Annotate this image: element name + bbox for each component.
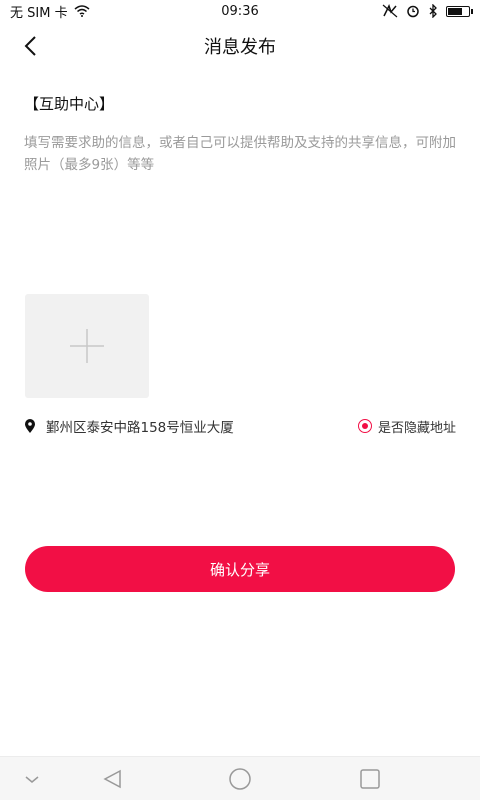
header: 消息发布 <box>0 22 480 70</box>
location-pin-icon <box>25 418 35 433</box>
back-triangle-icon <box>103 769 121 789</box>
radio-selected-icon <box>357 419 372 433</box>
alarm-icon <box>407 5 419 18</box>
back-button[interactable] <box>14 30 46 62</box>
add-photo-button[interactable] <box>25 294 149 398</box>
status-bar: 无 SIM 卡 09:36 <box>0 0 480 22</box>
collapse-button[interactable] <box>20 767 44 791</box>
system-home-button[interactable] <box>228 767 252 791</box>
status-right <box>382 4 473 18</box>
system-nav-bar <box>0 756 480 800</box>
page-title: 消息发布 <box>204 37 276 58</box>
carrier-text: 无 SIM 卡 <box>10 5 68 21</box>
battery-fill <box>448 7 463 15</box>
wifi-icon <box>74 5 90 17</box>
status-left: 无 SIM 卡 <box>10 2 90 21</box>
section-title: 【互助中心】 <box>24 95 115 113</box>
system-recents-button[interactable] <box>358 767 382 791</box>
home-circle-icon <box>229 768 251 790</box>
bluetooth-icon <box>429 4 437 18</box>
collapse-icon <box>25 776 39 783</box>
radio-dot <box>361 423 368 429</box>
system-back-button[interactable] <box>101 767 125 791</box>
recents-square-icon <box>360 769 380 789</box>
content-input[interactable] <box>24 132 460 272</box>
hide-address-label: 是否隐藏地址 <box>377 420 456 436</box>
nfc-icon <box>382 4 398 18</box>
location-address: 鄞州区泰安中路158号恒业大厦 <box>46 420 234 436</box>
hide-address-toggle[interactable]: 是否隐藏地址 <box>357 417 456 436</box>
battery-icon <box>446 5 473 17</box>
location-row: 鄞州区泰安中路158号恒业大厦 是否隐藏地址 <box>24 415 456 437</box>
location-info: 鄞州区泰安中路158号恒业大厦 <box>24 416 234 436</box>
confirm-share-button[interactable]: 确认分享 <box>25 546 455 592</box>
back-arrow-icon <box>24 36 36 56</box>
status-time: 09:36 <box>221 3 259 19</box>
plus-icon <box>70 329 104 363</box>
